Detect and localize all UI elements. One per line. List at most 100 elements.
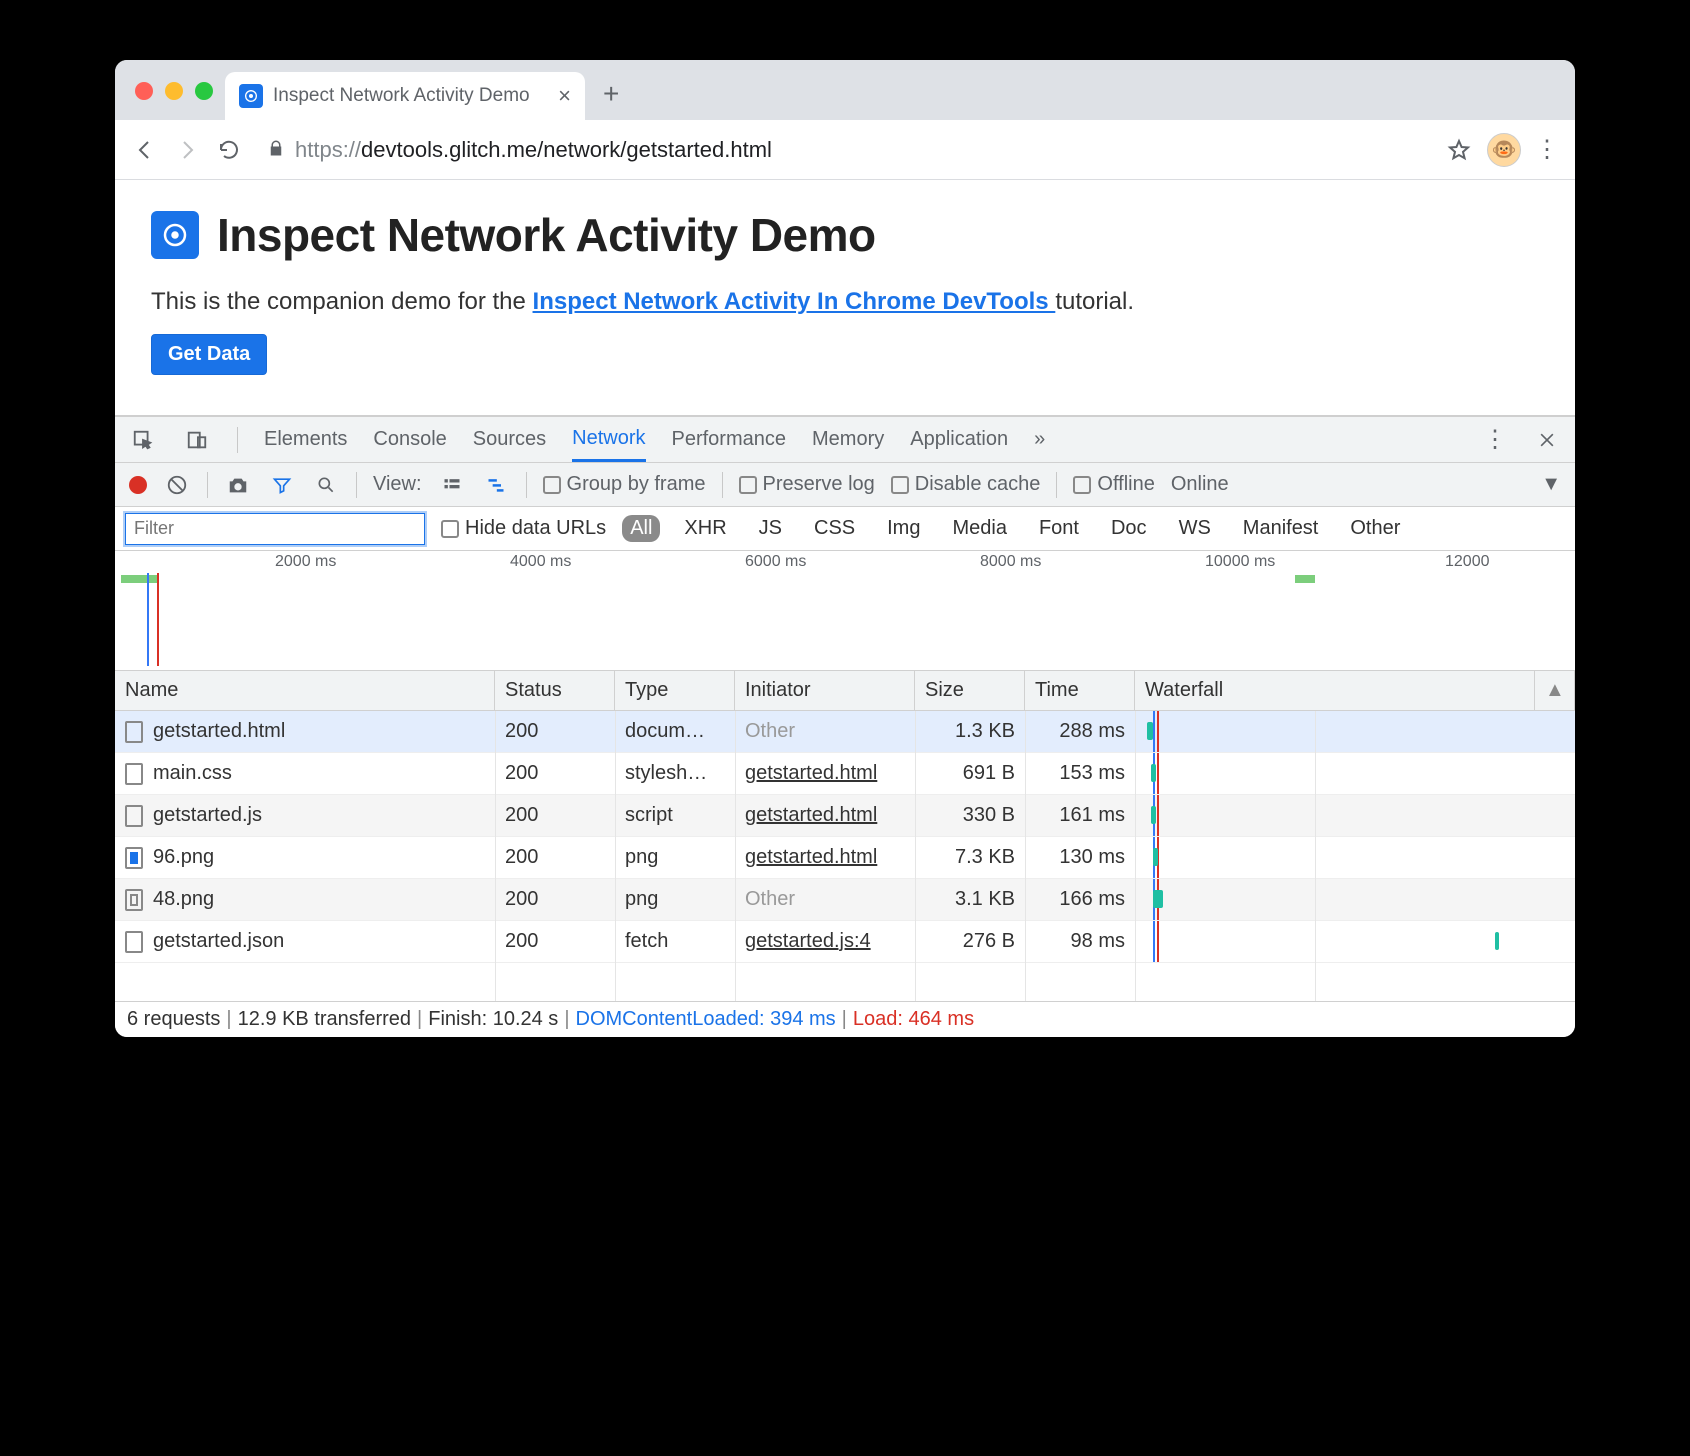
url-text: https://devtools.glitch.me/network/getst… <box>295 137 772 163</box>
filter-pill-other[interactable]: Other <box>1342 515 1408 542</box>
col-waterfall[interactable]: Waterfall <box>1135 671 1535 710</box>
throttling-dropdown-icon[interactable]: ▼ <box>1541 473 1561 496</box>
request-name: 96.png <box>153 846 214 868</box>
devtools-menu-icon[interactable]: ⋮ <box>1483 425 1507 454</box>
initiator-text: Other <box>745 888 795 910</box>
waterfall-cell <box>1135 879 1535 920</box>
table-row[interactable]: 96.png200pnggetstarted.html7.3 KB130 ms <box>115 837 1575 879</box>
table-row[interactable]: getstarted.json200fetchgetstarted.js:427… <box>115 921 1575 963</box>
waterfall-cell <box>1135 753 1535 794</box>
initiator-link[interactable]: getstarted.html <box>745 846 877 868</box>
table-row[interactable]: getstarted.html200docum…Other1.3 KB288 m… <box>115 711 1575 753</box>
col-status[interactable]: Status <box>495 671 615 710</box>
capture-screenshot-icon[interactable] <box>224 471 252 499</box>
request-name: main.css <box>153 762 232 784</box>
preserve-log-checkbox[interactable]: Preserve log <box>739 473 875 496</box>
initiator-link[interactable]: getstarted.html <box>745 804 877 826</box>
table-row[interactable]: 48.png200pngOther3.1 KB166 ms <box>115 879 1575 921</box>
more-tabs-icon[interactable]: » <box>1034 428 1045 451</box>
table-row[interactable]: getstarted.js200scriptgetstarted.html330… <box>115 795 1575 837</box>
request-status: 200 <box>495 846 615 869</box>
maximize-window-icon[interactable] <box>195 82 213 100</box>
offline-checkbox[interactable]: Offline <box>1073 473 1154 496</box>
filter-pill-js[interactable]: JS <box>751 515 790 542</box>
inspect-element-icon[interactable] <box>129 426 157 454</box>
device-toggle-icon[interactable] <box>183 426 211 454</box>
filter-pill-media[interactable]: Media <box>944 515 1014 542</box>
group-by-frame-checkbox[interactable]: Group by frame <box>543 473 706 496</box>
request-name: getstarted.json <box>153 930 284 952</box>
browser-toolbar: https://devtools.glitch.me/network/getst… <box>115 120 1575 180</box>
filter-pill-doc[interactable]: Doc <box>1103 515 1155 542</box>
page-title: Inspect Network Activity Demo <box>217 208 876 262</box>
hide-data-urls-checkbox[interactable]: Hide data URLs <box>441 517 606 540</box>
tab-elements[interactable]: Elements <box>264 428 347 451</box>
network-status-bar: 6 requests | 12.9 KB transferred | Finis… <box>115 1001 1575 1037</box>
waterfall-cell <box>1135 711 1535 752</box>
bookmark-star-icon[interactable] <box>1445 136 1473 164</box>
request-type: stylesh… <box>615 762 735 785</box>
initiator-link[interactable]: getstarted.js:4 <box>745 930 871 952</box>
initiator-link[interactable]: getstarted.html <box>745 762 877 784</box>
minimize-window-icon[interactable] <box>165 82 183 100</box>
profile-avatar[interactable]: 🐵 <box>1487 133 1521 167</box>
close-window-icon[interactable] <box>135 82 153 100</box>
address-bar[interactable]: https://devtools.glitch.me/network/getst… <box>257 137 1431 163</box>
request-status: 200 <box>495 762 615 785</box>
large-rows-icon[interactable] <box>438 471 466 499</box>
request-type: fetch <box>615 930 735 953</box>
waterfall-cell <box>1135 837 1535 878</box>
request-type: script <box>615 804 735 827</box>
col-type[interactable]: Type <box>615 671 735 710</box>
col-time[interactable]: Time <box>1025 671 1135 710</box>
tab-performance[interactable]: Performance <box>672 428 787 451</box>
get-data-button[interactable]: Get Data <box>151 334 267 375</box>
col-sort-indicator[interactable]: ▲ <box>1535 671 1575 710</box>
disable-cache-checkbox[interactable]: Disable cache <box>891 473 1041 496</box>
close-devtools-icon[interactable] <box>1533 426 1561 454</box>
tab-application[interactable]: Application <box>910 428 1008 451</box>
devtools-favicon-icon <box>239 84 263 108</box>
filter-toggle-icon[interactable] <box>268 471 296 499</box>
request-size: 1.3 KB <box>915 720 1025 743</box>
online-select[interactable]: Online <box>1171 473 1229 496</box>
tab-memory[interactable]: Memory <box>812 428 884 451</box>
overview-timeline[interactable]: 2000 ms 4000 ms 6000 ms 8000 ms 10000 ms… <box>115 551 1575 671</box>
tab-network[interactable]: Network <box>572 417 645 462</box>
file-icon <box>125 763 143 785</box>
search-icon[interactable] <box>312 471 340 499</box>
tab-console[interactable]: Console <box>373 428 446 451</box>
status-dcl: DOMContentLoaded: 394 ms <box>576 1008 836 1031</box>
reload-button[interactable] <box>215 136 243 164</box>
waterfall-view-icon[interactable] <box>482 471 510 499</box>
filter-pill-font[interactable]: Font <box>1031 515 1087 542</box>
browser-menu-icon[interactable]: ⋮ <box>1535 135 1559 164</box>
filter-pill-manifest[interactable]: Manifest <box>1235 515 1327 542</box>
request-status: 200 <box>495 930 615 953</box>
demo-logo-icon <box>151 211 199 259</box>
clear-button[interactable] <box>163 471 191 499</box>
filter-pill-xhr[interactable]: XHR <box>676 515 734 542</box>
status-requests: 6 requests <box>127 1008 220 1031</box>
back-button[interactable] <box>131 136 159 164</box>
filter-input[interactable] <box>125 513 425 545</box>
col-size[interactable]: Size <box>915 671 1025 710</box>
forward-button[interactable] <box>173 136 201 164</box>
col-initiator[interactable]: Initiator <box>735 671 915 710</box>
view-label: View: <box>373 473 422 496</box>
tutorial-link[interactable]: Inspect Network Activity In Chrome DevTo… <box>533 288 1056 315</box>
page-subtitle: This is the companion demo for the Inspe… <box>151 288 1539 316</box>
tab-strip: Inspect Network Activity Demo × + <box>115 60 1575 120</box>
filter-pill-all[interactable]: All <box>622 515 660 542</box>
request-status: 200 <box>495 888 615 911</box>
filter-pill-img[interactable]: Img <box>879 515 928 542</box>
close-tab-icon[interactable]: × <box>558 83 571 109</box>
browser-tab[interactable]: Inspect Network Activity Demo × <box>225 72 585 120</box>
record-button[interactable] <box>129 476 147 494</box>
table-row[interactable]: main.css200stylesh…getstarted.html691 B1… <box>115 753 1575 795</box>
col-name[interactable]: Name <box>115 671 495 710</box>
filter-pill-ws[interactable]: WS <box>1171 515 1219 542</box>
filter-pill-css[interactable]: CSS <box>806 515 863 542</box>
new-tab-button[interactable]: + <box>585 78 637 120</box>
tab-sources[interactable]: Sources <box>473 428 546 451</box>
